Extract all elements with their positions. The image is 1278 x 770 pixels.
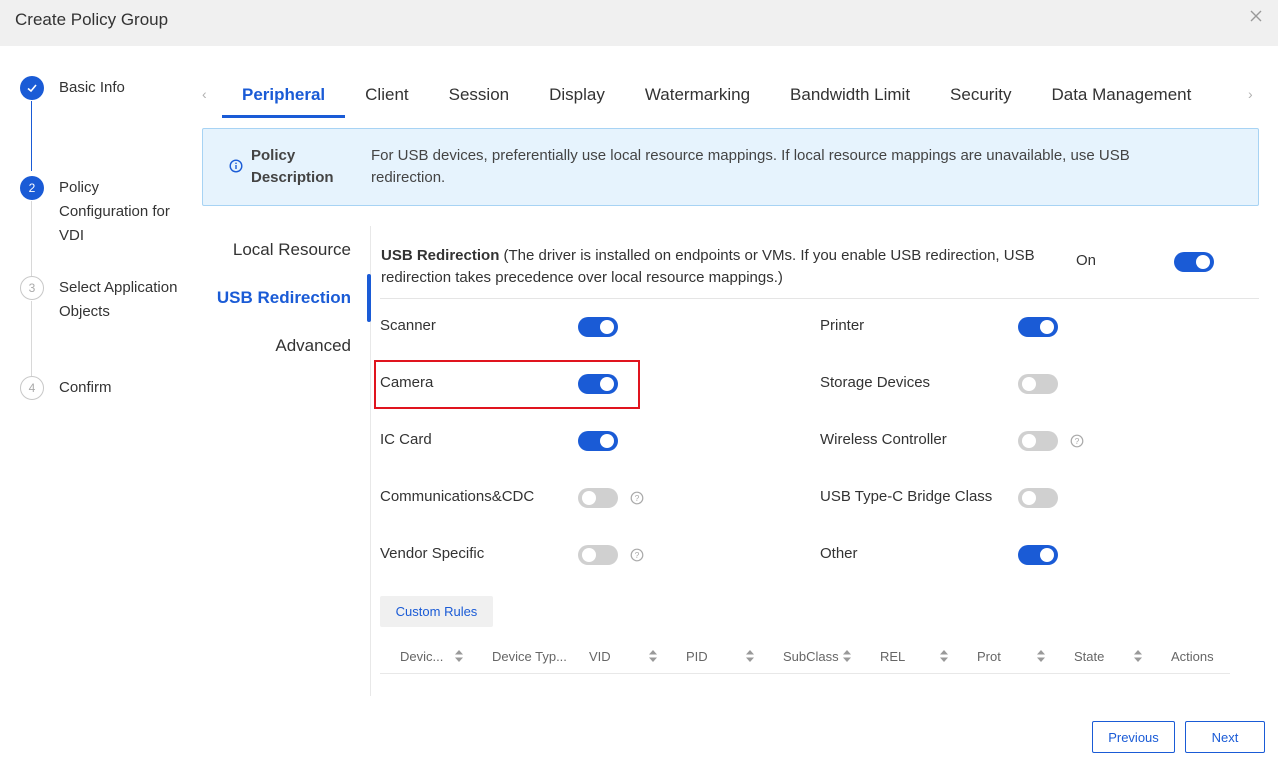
tab-display[interactable]: Display — [529, 80, 625, 118]
other-toggle[interactable] — [1018, 545, 1058, 565]
option-usb-type-c-bridge-label: USB Type-C Bridge Class — [820, 488, 993, 505]
dialog-header: Create Policy Group — [0, 0, 1278, 46]
ic-card-toggle[interactable] — [578, 431, 618, 451]
storage-devices-toggle[interactable] — [1018, 374, 1058, 394]
divider — [380, 298, 1259, 299]
option-printer-label: Printer — [820, 317, 865, 334]
vendor-specific-toggle[interactable] — [578, 545, 618, 565]
column-vid[interactable]: VID — [589, 649, 611, 664]
tab-bandwidth-limit[interactable]: Bandwidth Limit — [770, 80, 930, 118]
column-pid[interactable]: PID — [686, 649, 708, 664]
step-connector — [31, 301, 32, 376]
usb-redirection-status: On — [1076, 252, 1097, 269]
tab-data-management[interactable]: Data Management — [1031, 80, 1211, 118]
step-number: 3 — [20, 276, 44, 300]
policy-description-label: Policy Description — [251, 147, 334, 186]
subnav-usb-redirection[interactable]: USB Redirection — [217, 288, 351, 308]
step-label: Confirm — [59, 379, 112, 396]
tab-scroll-right-icon[interactable]: › — [1248, 86, 1253, 102]
help-icon[interactable]: ? — [630, 548, 644, 562]
subnav-advanced[interactable]: Advanced — [275, 336, 351, 356]
tab-watermarking[interactable]: Watermarking — [625, 80, 770, 118]
option-vendor-specific-label: Vendor Specific — [380, 545, 485, 562]
step-label: Policy Configuration for VDI — [59, 179, 170, 244]
usb-type-c-bridge-toggle[interactable] — [1018, 488, 1058, 508]
column-subclass[interactable]: SubClass — [783, 649, 839, 664]
sort-icon[interactable] — [842, 649, 852, 663]
option-storage-devices-label: Storage Devices — [820, 374, 931, 391]
subnav-active-indicator — [367, 274, 371, 322]
sort-icon[interactable] — [454, 649, 464, 663]
dialog-title: Create Policy Group — [15, 10, 169, 29]
check-icon — [20, 76, 44, 100]
step-connector — [31, 101, 32, 171]
tab-scroll-left-icon[interactable]: ‹ — [202, 86, 207, 102]
column-rel[interactable]: REL — [880, 649, 905, 664]
option-communications-cdc-label: Communications&CDC — [380, 488, 535, 505]
option-other-label: Other — [820, 545, 858, 562]
step-connector — [31, 201, 32, 276]
custom-rules-table-header: Devic... Device Typ... VID PID SubClass … — [380, 640, 1230, 674]
step-label: Select Application Objects — [59, 279, 178, 320]
column-actions: Actions — [1171, 649, 1214, 664]
wireless-controller-toggle[interactable] — [1018, 431, 1058, 451]
tab-peripheral[interactable]: Peripheral — [222, 80, 346, 118]
tab-client[interactable]: Client — [345, 80, 428, 118]
policy-description-box: Policy Description For USB devices, pref… — [202, 128, 1259, 206]
column-device-name[interactable]: Devic... — [400, 649, 443, 664]
option-scanner-label: Scanner — [380, 317, 436, 334]
tab-security[interactable]: Security — [930, 80, 1031, 118]
previous-button[interactable]: Previous — [1092, 721, 1175, 753]
option-ic-card-label: IC Card — [380, 431, 432, 448]
custom-rules-button[interactable]: Custom Rules — [380, 596, 493, 627]
svg-text:?: ? — [635, 550, 640, 560]
step-number: 2 — [20, 176, 44, 200]
help-icon[interactable]: ? — [1070, 434, 1084, 448]
column-device-type[interactable]: Device Typ... — [492, 649, 567, 664]
help-icon[interactable]: ? — [630, 491, 644, 505]
step-number: 4 — [20, 376, 44, 400]
sort-icon[interactable] — [939, 649, 949, 663]
column-state[interactable]: State — [1074, 649, 1104, 664]
sort-icon[interactable] — [648, 649, 658, 663]
printer-toggle[interactable] — [1018, 317, 1058, 337]
step-label: Basic Info — [59, 79, 125, 96]
tab-bar: Peripheral Client Session Display Waterm… — [222, 80, 1211, 120]
communications-cdc-toggle[interactable] — [578, 488, 618, 508]
usb-redirection-toggle[interactable] — [1174, 252, 1214, 272]
option-wireless-controller-label: Wireless Controller — [820, 431, 947, 448]
column-prot[interactable]: Prot — [977, 649, 1001, 664]
close-icon[interactable] — [1248, 8, 1264, 24]
sort-icon[interactable] — [745, 649, 755, 663]
info-icon — [229, 159, 243, 173]
sort-icon[interactable] — [1133, 649, 1143, 663]
svg-text:?: ? — [1075, 436, 1080, 446]
tab-session[interactable]: Session — [429, 80, 529, 118]
policy-description-text: For USB devices, preferentially use loca… — [371, 147, 1130, 186]
camera-highlight-box — [374, 360, 640, 409]
usb-redirection-title: USB Redirection (The driver is installed… — [381, 245, 1051, 289]
subnav-local-resource[interactable]: Local Resource — [233, 240, 351, 260]
svg-text:?: ? — [635, 493, 640, 503]
usb-redirection-name: USB Redirection — [381, 247, 500, 264]
sort-icon[interactable] — [1036, 649, 1046, 663]
next-button[interactable]: Next — [1185, 721, 1265, 753]
scanner-toggle[interactable] — [578, 317, 618, 337]
